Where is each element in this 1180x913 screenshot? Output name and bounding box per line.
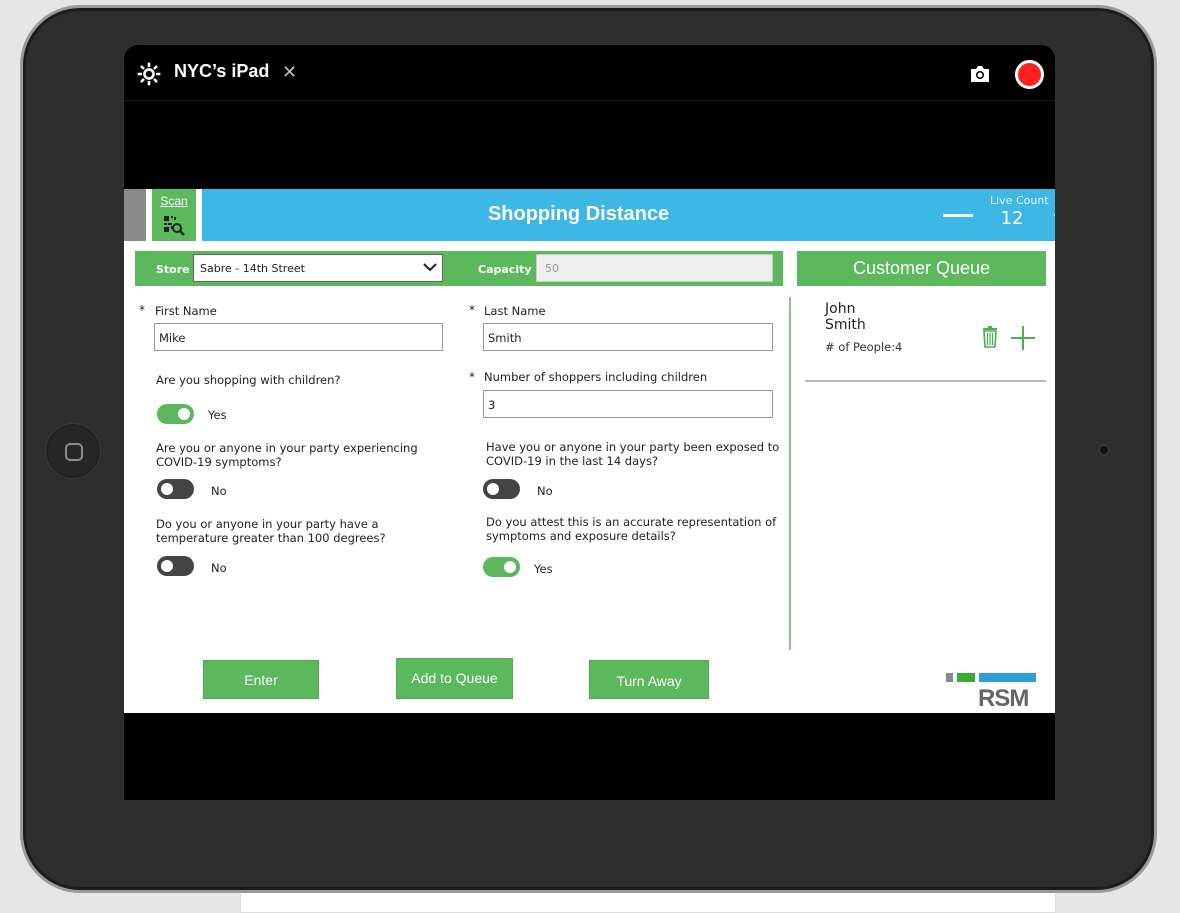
shoppers-input[interactable]: 3 — [483, 390, 773, 418]
app-window: Scan Shopping Distance Live Count 12 Sto… — [124, 189, 1055, 713]
side-tab[interactable] — [124, 189, 146, 241]
camera-icon[interactable] — [969, 65, 991, 83]
attest-question: Do you attest this is an accurate repres… — [486, 515, 776, 543]
temperature-answer: No — [211, 561, 227, 575]
symptoms-question-line: COVID-19 symptoms? — [156, 455, 282, 469]
device-screen: NYC’s iPad ✕ Scan Shopping Distance Live… — [124, 45, 1055, 800]
queue-people-value: 4 — [895, 340, 903, 354]
children-answer: Yes — [208, 408, 227, 422]
scan-label: Scan — [160, 194, 188, 208]
last-name-input[interactable]: Smith — [483, 323, 773, 351]
page-title: Shopping Distance — [487, 203, 670, 225]
capacity-label: Capacity — [478, 263, 532, 276]
admit-plus-button[interactable] — [1011, 326, 1035, 350]
attest-question-line: symptoms and exposure details? — [486, 529, 676, 543]
store-selected-value: Sabre - 14th Street — [200, 262, 305, 275]
temperature-question: Do you or anyone in your party have a te… — [156, 517, 386, 545]
exposed-question-line: COVID-19 in the last 14 days? — [486, 454, 659, 468]
chevron-down-icon — [423, 263, 437, 272]
decrement-count-button[interactable] — [943, 214, 973, 217]
symptoms-question-line: Are you or anyone in your party experien… — [156, 441, 418, 455]
queue-entry-name: John Smith — [825, 301, 866, 333]
attest-toggle[interactable] — [483, 557, 520, 577]
logo-text: RSM — [978, 685, 1029, 712]
attest-question-line: Do you attest this is an accurate repres… — [486, 515, 777, 529]
logo-bar — [979, 673, 1036, 682]
temperature-question-line: Do you or anyone in your party have a — [156, 517, 379, 531]
required-mark: * — [469, 303, 475, 317]
required-mark: * — [469, 370, 475, 384]
increment-count-button[interactable] — [1054, 200, 1055, 230]
temperature-question-line: temperature greater than 100 degrees? — [156, 531, 386, 545]
queue-people-label: # of People: — [825, 340, 896, 354]
store-bar: Store Sabre - 14th Street Capacity 50 — [135, 251, 783, 286]
first-name-input[interactable]: Mike — [154, 323, 443, 351]
queue-last-name: Smith — [825, 317, 866, 333]
scan-button[interactable]: Scan — [152, 189, 196, 241]
store-label: Store — [156, 263, 190, 276]
queue-divider — [805, 380, 1046, 382]
mirror-toolbar: NYC’s iPad ✕ — [124, 45, 1055, 101]
live-count-label: Live Count — [990, 194, 1049, 207]
customer-queue-header: Customer Queue — [797, 251, 1046, 286]
logo-bar — [957, 673, 975, 682]
enter-button[interactable]: Enter — [203, 660, 319, 699]
rsm-logo: RSM — [946, 673, 1038, 713]
live-count-value: 12 — [1000, 208, 1024, 229]
device-name: NYC’s iPad — [174, 61, 270, 81]
form-divider — [789, 297, 791, 650]
close-icon[interactable]: ✕ — [282, 62, 297, 83]
exposed-question: Have you or anyone in your party been ex… — [486, 440, 779, 468]
queue-first-name: John — [825, 301, 856, 317]
turn-away-button[interactable]: Turn Away — [589, 660, 709, 699]
first-name-label: First Name — [155, 304, 217, 318]
symptoms-question: Are you or anyone in your party experien… — [156, 441, 418, 469]
home-square-icon — [65, 443, 83, 461]
children-question: Are you shopping with children? — [156, 373, 341, 387]
qr-search-icon — [164, 216, 185, 236]
record-button[interactable] — [1015, 60, 1044, 89]
exposed-question-line: Have you or anyone in your party been ex… — [486, 440, 780, 454]
temperature-toggle[interactable] — [157, 556, 194, 576]
add-to-queue-button[interactable]: Add to Queue — [396, 658, 513, 699]
shoppers-label: Number of shoppers including children — [484, 370, 708, 384]
symptoms-answer: No — [211, 484, 227, 498]
home-button[interactable] — [46, 424, 100, 478]
trash-icon[interactable] — [982, 326, 998, 348]
attest-answer: Yes — [534, 562, 553, 576]
logo-bar — [946, 673, 953, 682]
gear-icon[interactable] — [136, 61, 162, 87]
exposed-answer: No — [537, 484, 553, 498]
header-bar: Shopping Distance Live Count 12 — [202, 189, 1055, 241]
last-name-label: Last Name — [484, 304, 546, 318]
capacity-field: 50 — [536, 254, 773, 282]
exposed-toggle[interactable] — [483, 479, 520, 499]
children-toggle[interactable] — [157, 404, 194, 424]
front-camera — [1098, 444, 1110, 456]
required-mark: * — [139, 303, 145, 317]
store-dropdown[interactable]: Sabre - 14th Street — [193, 254, 443, 282]
symptoms-toggle[interactable] — [157, 479, 194, 499]
